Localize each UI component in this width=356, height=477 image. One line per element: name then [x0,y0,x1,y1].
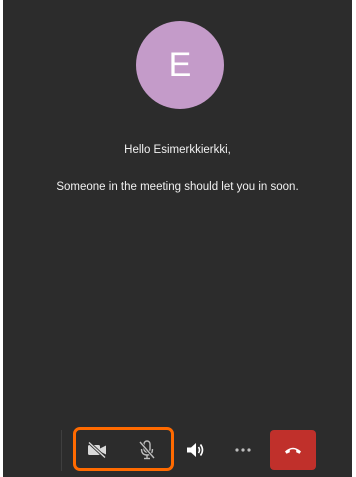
more-options-icon [235,448,251,452]
more-options-button[interactable] [227,430,259,470]
waiting-message: Someone in the meeting should let you in… [56,181,299,193]
participant-avatar: E [136,21,224,109]
highlight-frame [73,427,174,471]
greeting-text: Hello Esimerkkierkki, [124,144,231,156]
speaker-button[interactable] [180,430,212,470]
screenshot-frame: E Hello Esimerkkierkki, Someone in the m… [0,0,356,477]
meeting-lobby-window: E Hello Esimerkkierkki, Someone in the m… [3,0,352,477]
hang-up-icon [285,447,301,454]
toolbar-divider [61,430,62,471]
hang-up-button[interactable] [270,430,316,470]
speaker-icon [187,443,204,457]
avatar-initial: E [168,46,192,84]
